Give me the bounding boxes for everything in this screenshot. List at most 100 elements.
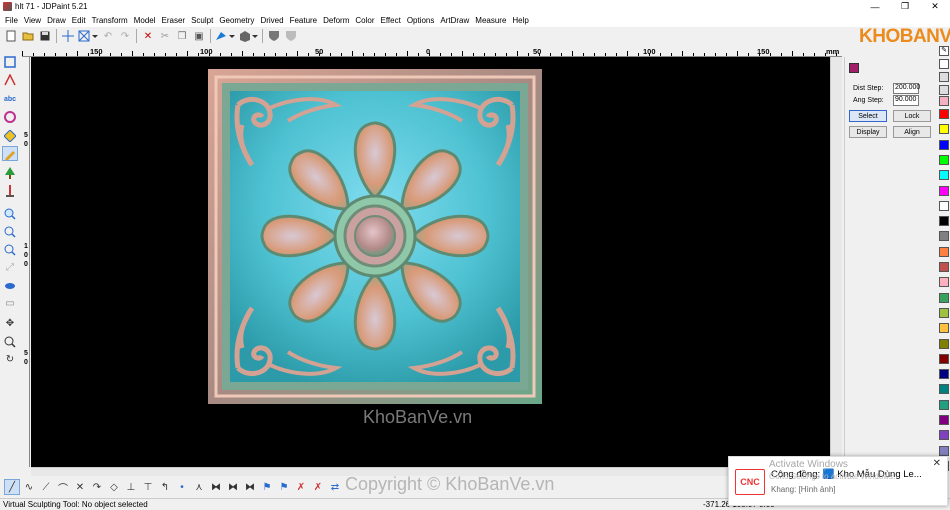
copy-icon[interactable]: ❐	[174, 28, 190, 44]
flag-a-icon[interactable]: ⚑	[259, 479, 275, 495]
menu-help[interactable]: Help	[509, 16, 531, 25]
ang-step-input[interactable]: 90.000	[893, 95, 919, 106]
flag-b-icon[interactable]: ⚑	[276, 479, 292, 495]
color-swatch[interactable]	[939, 216, 949, 227]
color-swatch[interactable]	[939, 430, 949, 441]
select-box-icon[interactable]	[77, 28, 99, 44]
toast-close-button[interactable]: ✕	[933, 458, 941, 469]
ring-tool-icon[interactable]	[2, 109, 18, 124]
align-button[interactable]: Align	[893, 126, 931, 138]
maximize-button[interactable]: ❐	[890, 0, 920, 13]
cross-tool-icon[interactable]: ✕	[72, 479, 88, 495]
crosshair-icon[interactable]	[60, 28, 76, 44]
fork-tool-icon[interactable]: ⋏	[191, 479, 207, 495]
color-swatch[interactable]	[939, 307, 949, 318]
tree-tool-icon[interactable]	[2, 165, 18, 180]
rotate-view-icon[interactable]: ↻	[2, 352, 18, 367]
color-swatch[interactable]	[939, 231, 949, 242]
select-tool-icon[interactable]	[2, 54, 18, 69]
break-b-icon[interactable]: ✗	[310, 479, 326, 495]
sculpt-brush-icon[interactable]	[2, 146, 18, 161]
delete-icon[interactable]: ✕	[140, 28, 156, 44]
zoom-in-icon[interactable]	[2, 224, 18, 239]
shield-gray-icon[interactable]	[266, 28, 282, 44]
color-swatch[interactable]	[939, 154, 949, 165]
menu-edit[interactable]: Edit	[69, 16, 89, 25]
menu-view[interactable]: View	[21, 16, 44, 25]
mirror-a-icon[interactable]: ⧓	[208, 479, 224, 495]
view-3d-icon[interactable]	[2, 278, 18, 293]
redo-icon[interactable]: ↷	[117, 28, 133, 44]
zoom-prev-icon[interactable]: ⤢	[2, 260, 18, 275]
color-swatch[interactable]	[939, 415, 949, 425]
view-cube-icon[interactable]	[237, 28, 259, 44]
zoom-all-icon[interactable]	[2, 334, 18, 349]
pen-icon[interactable]: ✎	[939, 46, 949, 56]
menu-options[interactable]: Options	[404, 16, 438, 25]
undo-icon[interactable]: ↶	[100, 28, 116, 44]
shield-light-icon[interactable]	[283, 28, 299, 44]
line-tool-icon[interactable]: ╱	[4, 479, 20, 495]
menu-artdraw[interactable]: ArtDraw	[437, 16, 472, 25]
display-button[interactable]: Display	[849, 126, 887, 138]
menu-deform[interactable]: Deform	[320, 16, 352, 25]
menu-draw[interactable]: Draw	[44, 16, 69, 25]
color-swatch[interactable]	[939, 109, 949, 119]
color-swatch[interactable]	[939, 338, 949, 349]
menu-transform[interactable]: Transform	[89, 16, 131, 25]
menu-measure[interactable]: Measure	[472, 16, 509, 25]
canvas-viewport[interactable]: KhoBanVe.vn	[31, 57, 830, 467]
arc-tool-icon[interactable]: ⌒	[55, 479, 71, 495]
polyline-tool-icon[interactable]: ⟋	[38, 479, 54, 495]
color-swatch[interactable]	[939, 292, 949, 303]
tangent-tool-icon[interactable]: ⊥	[123, 479, 139, 495]
spline-tool-icon[interactable]: ∿	[21, 479, 37, 495]
color-swatch[interactable]	[939, 185, 949, 196]
curve-tool-icon[interactable]: ↷	[89, 479, 105, 495]
text-tool-icon[interactable]: abc	[2, 92, 18, 107]
paste-icon[interactable]: ▣	[191, 28, 207, 44]
mirror-c-icon[interactable]: ⧓	[242, 479, 258, 495]
color-swatch[interactable]	[939, 277, 949, 288]
lock-button[interactable]: Lock	[893, 110, 931, 122]
eyedropper-icon[interactable]	[939, 85, 949, 95]
color-swatch[interactable]	[939, 445, 949, 456]
close-button[interactable]: ✕	[920, 0, 950, 13]
new-icon[interactable]	[3, 28, 19, 44]
minimize-button[interactable]: —	[860, 0, 890, 13]
menu-effect[interactable]: Effect	[378, 16, 404, 25]
save-icon[interactable]	[37, 28, 53, 44]
select-button[interactable]: Select	[849, 110, 887, 122]
menu-eraser[interactable]: Eraser	[159, 16, 189, 25]
color-swatch[interactable]	[939, 384, 949, 395]
color-swatch[interactable]	[939, 170, 949, 181]
color-swatch[interactable]	[939, 399, 949, 410]
color-swatch[interactable]	[939, 369, 949, 380]
layer-icon[interactable]	[939, 72, 949, 82]
dist-step-input[interactable]: 200.000	[893, 83, 920, 94]
break-a-icon[interactable]: ✗	[293, 479, 309, 495]
menu-sculpt[interactable]: Sculpt	[188, 16, 216, 25]
fountain-tool-icon[interactable]	[2, 183, 18, 198]
color-fill-icon[interactable]	[214, 28, 236, 44]
transform-icon[interactable]: ⇄	[327, 479, 343, 495]
cut-icon[interactable]: ✂	[157, 28, 173, 44]
color-swatch[interactable]	[939, 246, 949, 257]
menu-drived[interactable]: Drived	[257, 16, 286, 25]
view-flat-icon[interactable]: ▭	[2, 296, 18, 311]
menu-file[interactable]: File	[2, 16, 21, 25]
vertical-scrollbar[interactable]	[830, 57, 842, 467]
no-color-icon[interactable]	[939, 59, 949, 69]
pan-icon[interactable]: ✥	[2, 316, 18, 331]
color-swatch[interactable]	[939, 200, 949, 211]
trim-tool-icon[interactable]: ↰	[157, 479, 173, 495]
open-icon[interactable]	[20, 28, 36, 44]
menu-feature[interactable]: Feature	[287, 16, 321, 25]
color-swatch[interactable]	[939, 96, 949, 106]
color-swatch[interactable]	[939, 353, 949, 364]
color-swatch[interactable]	[939, 139, 949, 150]
point-tool-icon[interactable]: •	[174, 479, 190, 495]
node-edit-icon[interactable]	[2, 72, 18, 87]
diamond-node-icon[interactable]: ◇	[106, 479, 122, 495]
color-swatch[interactable]	[939, 262, 949, 272]
